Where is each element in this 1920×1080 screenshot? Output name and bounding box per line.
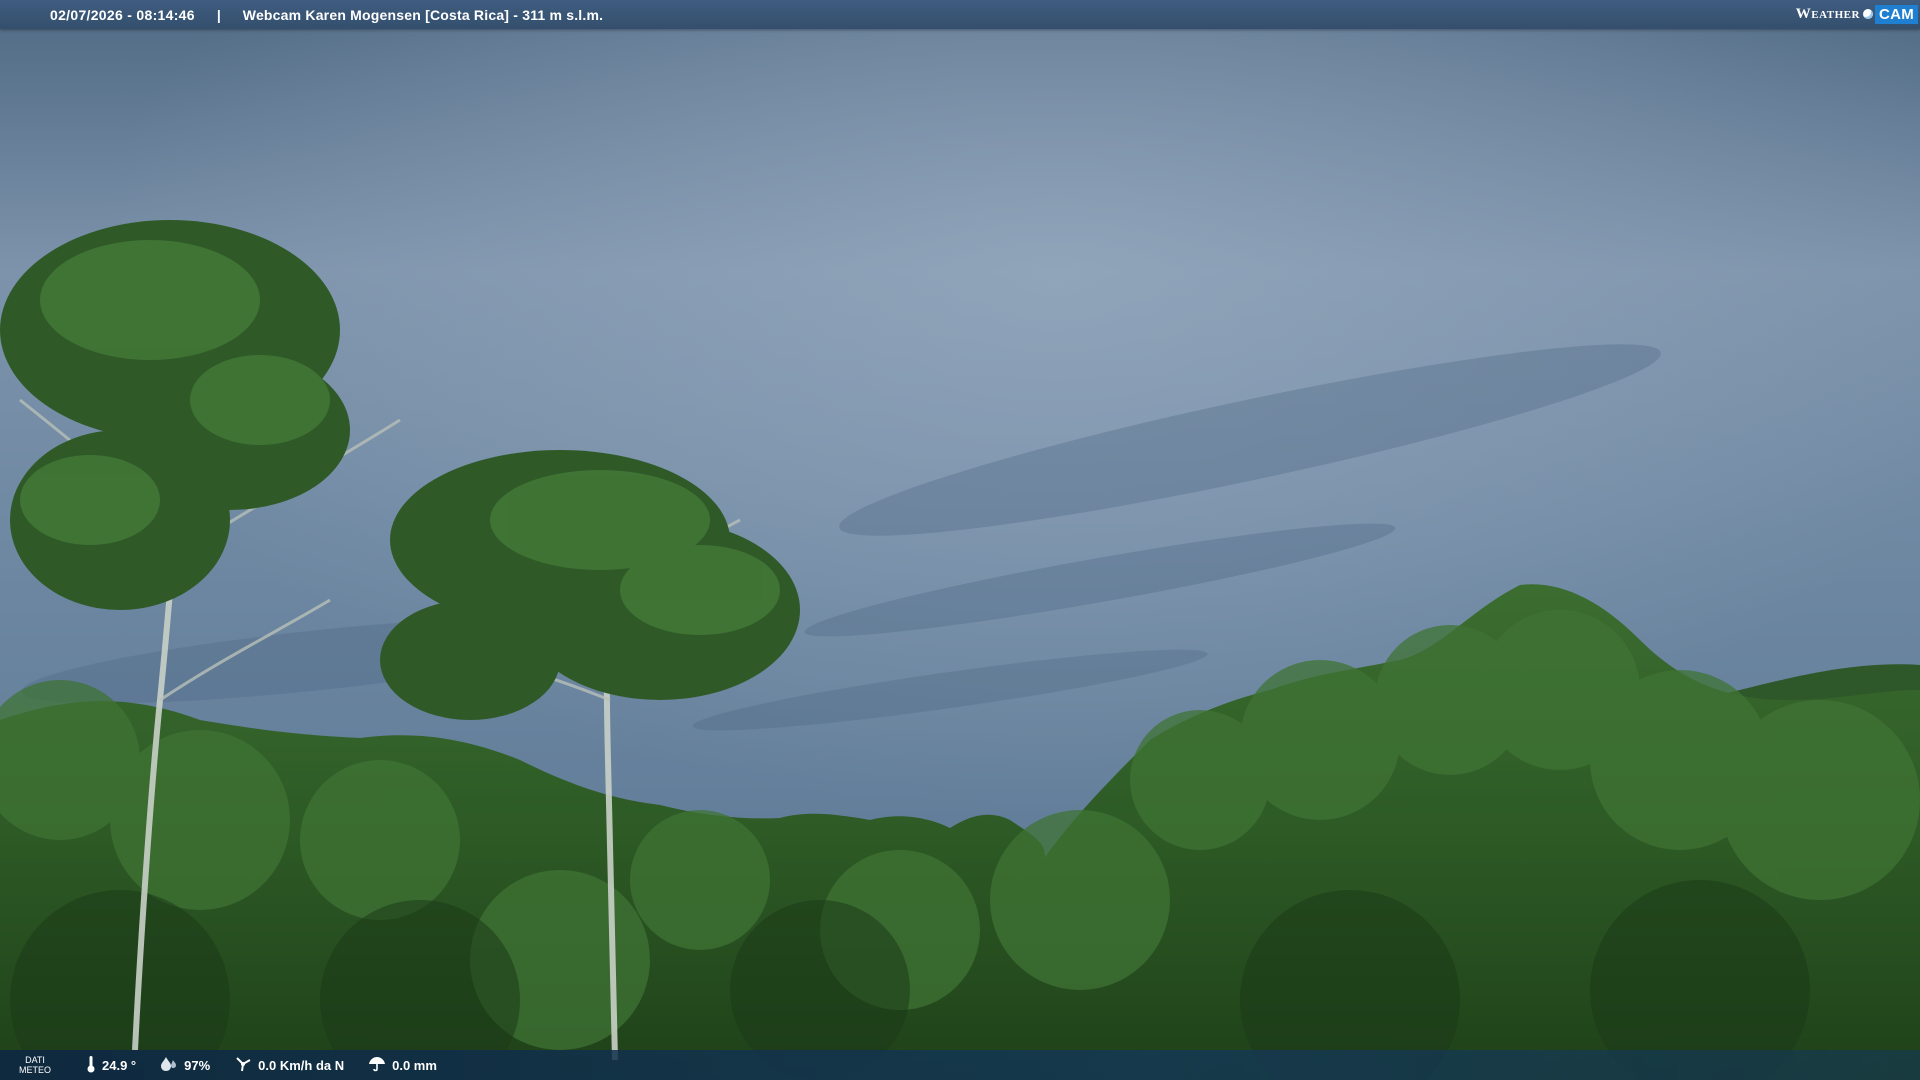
header-separator: | (216, 6, 221, 23)
logo-weather-text: Weather (1795, 5, 1860, 22)
humidity-value: 97% (184, 1057, 211, 1073)
rain-reading: 0.0 mm (368, 1056, 437, 1075)
capture-datetime: 02/07/2026 - 08:14:46 (50, 6, 195, 23)
humidity-reading: 97% (160, 1056, 210, 1075)
rain-value: 0.0 mm (392, 1057, 437, 1073)
webcam-header-bar: 02/07/2026 - 08:14:46 | Webcam Karen Mog… (0, 0, 1920, 29)
meteo-label: METEO (18, 1065, 51, 1075)
dati-label: DATI (25, 1055, 45, 1065)
logo-cam-text: CAM (1874, 4, 1918, 24)
dati-meteo-label: DATI METEO (12, 1055, 58, 1075)
temperature-reading: 24.9 ° (86, 1055, 136, 1076)
webcam-image (0, 0, 1920, 1080)
wind-reading: 0.0 Km/h da N (234, 1056, 344, 1075)
temperature-value: 24.9 ° (102, 1057, 137, 1073)
logo-globe-icon (1862, 9, 1873, 19)
rain-umbrella-icon (368, 1056, 386, 1075)
humidity-drop-icon (160, 1056, 178, 1075)
weather-data-bar: DATI METEO 24.9 ° 97% 0.0 Km/h da N 0.0 … (0, 1050, 1920, 1080)
webcam-title: Webcam Karen Mogensen [Costa Rica] - 311… (242, 6, 604, 23)
weathercam-logo: Weather CAM (1796, 3, 1918, 25)
thermometer-icon (86, 1055, 96, 1076)
wind-icon (234, 1056, 252, 1075)
wind-value: 0.0 Km/h da N (258, 1057, 345, 1073)
